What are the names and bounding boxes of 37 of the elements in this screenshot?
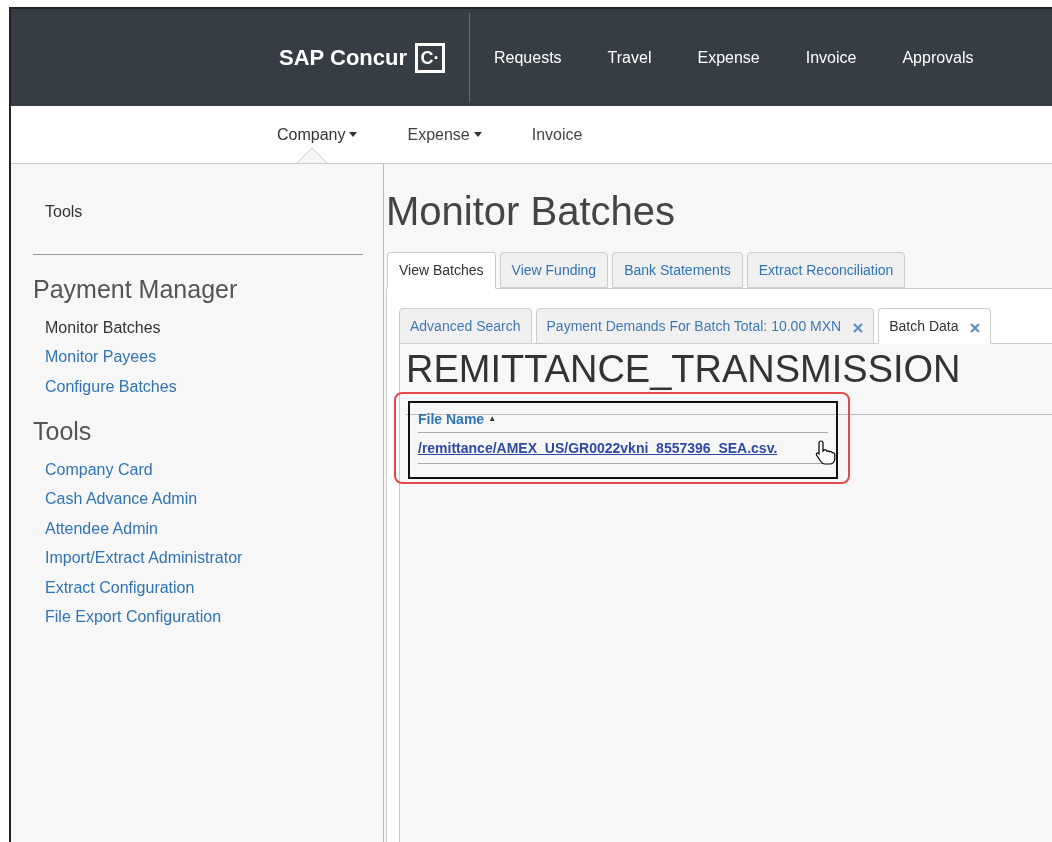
close-icon[interactable] (853, 323, 864, 333)
batch-title: REMITTANCE_TRANSMISSION (406, 347, 962, 392)
sidebar-link[interactable]: Cash Advance Admin (33, 484, 363, 514)
section-heading: Tools (33, 416, 93, 447)
sort-indicator: ▲ (488, 413, 497, 425)
hand-cursor-icon (815, 438, 837, 465)
tab[interactable]: Advanced Search (399, 308, 532, 344)
page-title: Monitor Batches (386, 188, 677, 235)
sidebar-link[interactable]: Attendee Admin (33, 513, 363, 543)
tab[interactable]: Bank Statements (612, 252, 743, 288)
subnav-link[interactable]: Invoice (531, 122, 583, 147)
section-heading: Payment Manager (33, 274, 239, 305)
sidebar-link[interactable]: Monitor Payees (33, 342, 363, 372)
tab[interactable]: Payment Demands For Batch Total: 10.00 MXN (535, 308, 875, 344)
nav-link[interactable]: Travel (607, 45, 652, 70)
tab[interactable]: View Batches (387, 252, 496, 289)
sidebar-link[interactable]: Configure Batches (33, 371, 363, 401)
subnav-link[interactable]: Expense (407, 122, 482, 147)
sidebar-link[interactable]: Company Card (33, 454, 363, 484)
nav-link[interactable]: Approvals (902, 45, 974, 70)
sidebar-link[interactable]: Import/Extract Administrator (33, 543, 363, 573)
logo-text: SAP Concur (279, 44, 407, 72)
sidebar-link[interactable]: Monitor Batches (33, 312, 363, 342)
tab[interactable]: Extract Reconciliation (746, 252, 906, 288)
close-icon[interactable] (970, 323, 981, 333)
sidebar-link[interactable]: File Export Configuration (33, 602, 363, 632)
tab[interactable]: Batch Data (878, 308, 992, 344)
nav-link[interactable]: Invoice (805, 45, 857, 70)
sidebar-title: Tools (44, 202, 84, 222)
column-header[interactable]: File Name (418, 408, 485, 430)
nav-link[interactable]: Requests (494, 45, 562, 70)
file-link[interactable]: /remittance/AMEX_US/GR0022vkni_8557396_SEA.csv. (418, 439, 778, 456)
tab[interactable]: View Funding (499, 252, 609, 288)
subnav-link[interactable]: Company (277, 122, 358, 147)
sidebar-link[interactable]: Extract Configuration (33, 572, 363, 602)
logo-mark: C· (415, 42, 445, 73)
nav-link[interactable]: Expense (697, 45, 760, 70)
